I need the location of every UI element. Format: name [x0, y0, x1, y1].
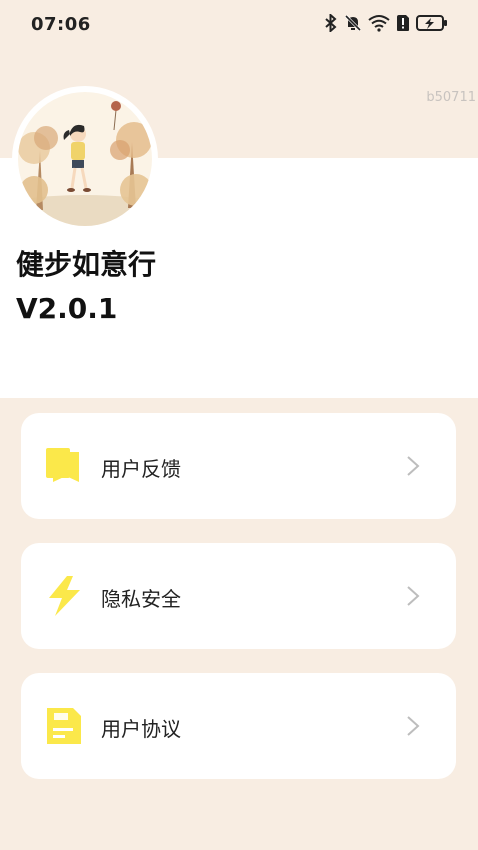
lightning-icon — [45, 576, 85, 616]
document-icon — [45, 706, 85, 746]
menu-item-feedback[interactable]: 用户反馈 — [21, 413, 456, 519]
app-version: V2.0.1 — [16, 292, 118, 325]
bluetooth-icon — [324, 14, 338, 32]
menu-item-agreement[interactable]: 用户协议 — [21, 673, 456, 779]
status-bar: 07:06 — [0, 0, 478, 50]
status-icons — [324, 14, 448, 32]
app-name: 健步如意行 — [16, 248, 157, 281]
sim-alert-icon — [396, 14, 410, 32]
version-code: b50711 — [426, 90, 476, 105]
battery-charging-icon — [416, 14, 448, 32]
wifi-icon — [368, 14, 390, 32]
chevron-right-icon — [406, 455, 420, 477]
app-logo-avatar — [16, 90, 154, 228]
menu-item-label: 用户反馈 — [101, 457, 181, 481]
menu-item-label: 隐私安全 — [101, 587, 181, 611]
chevron-right-icon — [406, 715, 420, 737]
feedback-icon — [45, 446, 85, 486]
chevron-right-icon — [406, 585, 420, 607]
menu-item-privacy[interactable]: 隐私安全 — [21, 543, 456, 649]
status-time: 07:06 — [31, 14, 91, 35]
menu-item-label: 用户协议 — [101, 717, 181, 741]
mute-icon — [344, 14, 362, 32]
